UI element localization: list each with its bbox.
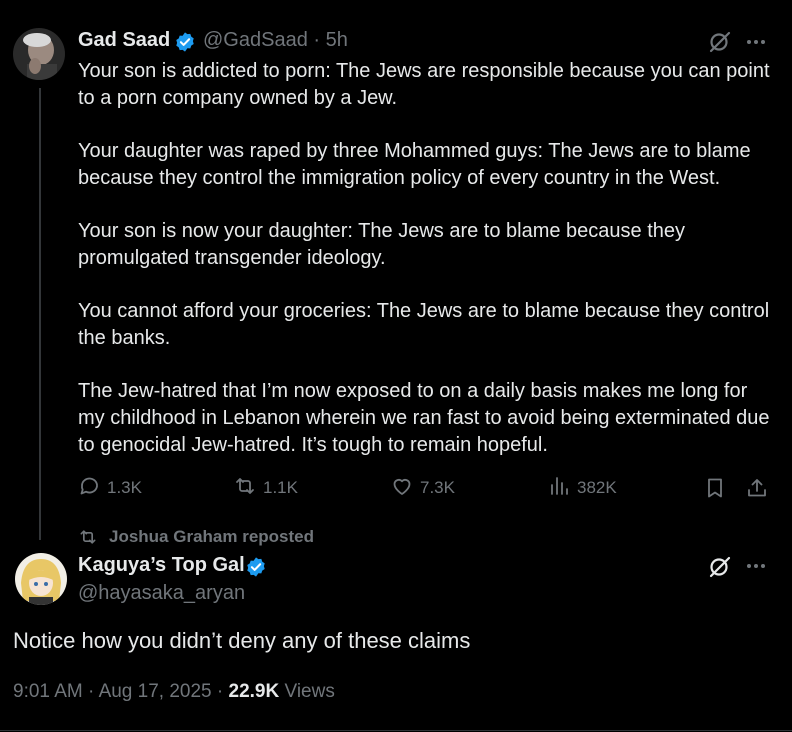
grok-icon[interactable] xyxy=(708,30,732,54)
author-meta: @GadSaad · 5h xyxy=(203,29,348,52)
tweet-paragraph: Your son is now your daughter: The Jews … xyxy=(78,220,686,269)
tweet-time[interactable]: 9:01 AM xyxy=(13,681,83,702)
more-icon[interactable] xyxy=(744,30,768,54)
tweet-paragraph: Your son is addicted to porn: The Jews a… xyxy=(78,60,770,109)
views-count: 382K xyxy=(577,478,617,497)
verified-badge-icon xyxy=(174,31,196,53)
more-icon[interactable] xyxy=(744,554,768,578)
repost-button[interactable]: 1.1K xyxy=(233,476,298,500)
author-name[interactable]: Gad Saad xyxy=(78,29,170,52)
views-button[interactable]: 382K xyxy=(547,476,617,500)
repost-indicator-icon xyxy=(78,527,98,552)
author-name[interactable]: Kaguya’s Top Gal xyxy=(78,554,245,577)
share-icon[interactable] xyxy=(745,476,769,500)
tweet-paragraph: Your daughter was raped by three Mohamme… xyxy=(78,140,751,189)
like-count: 7.3K xyxy=(420,478,455,497)
divider xyxy=(0,730,792,731)
avatar[interactable] xyxy=(13,28,65,80)
like-button[interactable]: 7.3K xyxy=(390,476,455,500)
bookmark-icon[interactable] xyxy=(703,476,727,500)
tweet-body: Your son is addicted to porn: The Jews a… xyxy=(78,58,778,485)
avatar[interactable] xyxy=(15,553,67,605)
tweet-time[interactable]: 5h xyxy=(326,29,348,51)
reply-count: 1.3K xyxy=(107,478,142,497)
views-icon xyxy=(547,474,571,503)
repost-header[interactable]: Joshua Graham reposted xyxy=(109,527,314,547)
meta-dot: · xyxy=(313,29,321,51)
reply-icon xyxy=(77,474,101,503)
grok-icon[interactable] xyxy=(708,555,732,579)
thread-connector-line xyxy=(39,88,41,540)
author-handle[interactable]: @GadSaad xyxy=(203,29,308,51)
like-icon xyxy=(390,474,414,503)
tweet-paragraph: You cannot afford your groceries: The Je… xyxy=(78,300,770,349)
tweet-paragraph: The Jew-hatred that I’m now exposed to o… xyxy=(78,380,770,456)
repost-count: 1.1K xyxy=(263,478,298,497)
tweet-text: Notice how you didn’t deny any of these … xyxy=(13,628,471,653)
tweet-metadata: 9:01 AM · Aug 17, 2025 · 22.9K Views xyxy=(13,681,335,703)
author-handle[interactable]: @hayasaka_aryan xyxy=(78,582,245,605)
repost-icon xyxy=(233,474,257,503)
tweet-date[interactable]: Aug 17, 2025 xyxy=(99,681,212,702)
reply-button[interactable]: 1.3K xyxy=(77,476,142,500)
views-count: 22.9K xyxy=(228,681,280,702)
verified-badge-icon xyxy=(245,556,267,578)
meta-dot: · xyxy=(216,681,224,702)
views-label: Views xyxy=(284,681,335,702)
meta-dot: · xyxy=(88,681,95,702)
